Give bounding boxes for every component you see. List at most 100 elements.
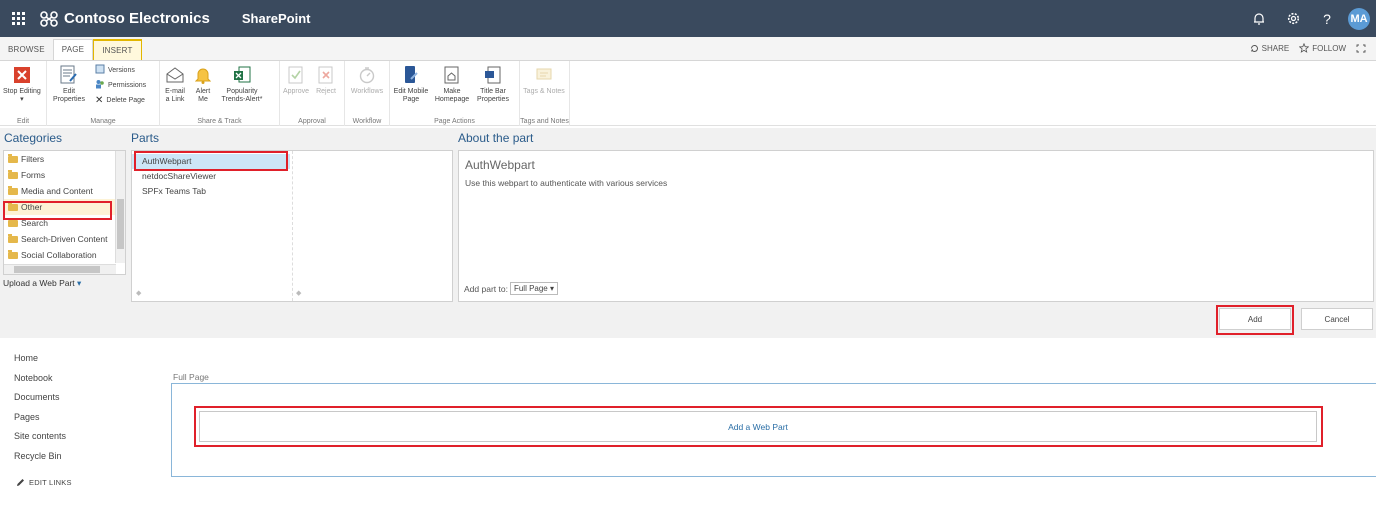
ribbon-group-manage: Edit Properties Versions Permissions ✕ D… <box>47 61 160 126</box>
category-label: Search <box>21 218 48 228</box>
nav-item-site-contents[interactable]: Site contents <box>14 430 66 450</box>
folder-icon <box>8 233 18 243</box>
group-label-page-actions: Page Actions <box>434 118 475 125</box>
follow-button[interactable]: FOLLOW <box>1299 43 1346 53</box>
resize-handle-icon: ◆ <box>296 290 302 297</box>
title-bar-properties-button[interactable]: Title Bar Properties <box>472 61 514 126</box>
avatar[interactable]: MA <box>1348 7 1370 30</box>
excel-trends-icon <box>232 64 252 86</box>
app-name[interactable]: SharePoint <box>242 11 311 26</box>
tab-insert[interactable]: INSERT <box>93 39 142 60</box>
share-label: SHARE <box>1261 43 1290 53</box>
email-link-button[interactable]: E-mail a Link <box>160 61 190 126</box>
group-label-approval: Approval <box>298 118 326 125</box>
share-button[interactable]: SHARE <box>1250 43 1290 53</box>
part-item[interactable]: netdocShareViewer <box>132 169 290 184</box>
workflow-icon <box>357 64 377 86</box>
upload-label: Upload a Web Part <box>3 278 75 288</box>
quick-launch: Home Notebook Documents Pages Site conte… <box>14 352 66 469</box>
edit-properties-icon <box>59 64 79 86</box>
add-web-part-link[interactable]: Add a Web Part <box>199 411 1317 442</box>
brand-name: Contoso Electronics <box>64 10 210 27</box>
focus-button[interactable] <box>1356 44 1366 53</box>
popularity-trends-button[interactable]: Popularity Trends-Alert* <box>216 61 268 126</box>
categories-heading: Categories <box>4 131 63 145</box>
category-label: Filters <box>21 154 45 164</box>
focus-icon <box>1356 44 1366 52</box>
category-label: Social Collaboration <box>21 250 97 260</box>
follow-label: FOLLOW <box>1312 43 1346 53</box>
versions-button[interactable]: Versions <box>95 64 146 76</box>
star-icon <box>1299 43 1310 53</box>
about-part-description: Use this webpart to authenticate with va… <box>465 178 668 188</box>
alert-me-label: Alert Me <box>195 88 211 103</box>
parts-list: AuthWebpart netdocShareViewer SPFx Teams… <box>131 150 453 302</box>
part-item[interactable]: SPFx Teams Tab <box>132 184 290 199</box>
category-item[interactable]: Filters <box>4 151 125 167</box>
add-part-to-select[interactable]: Full Page ▾ <box>509 282 558 295</box>
cancel-button[interactable]: Cancel <box>1301 308 1373 330</box>
about-heading: About the part <box>458 131 534 145</box>
make-homepage-button[interactable]: Make Homepage <box>432 61 472 126</box>
folder-icon <box>8 185 18 195</box>
nav-item-home[interactable]: Home <box>14 352 66 372</box>
about-the-part-pane: AuthWebpart Use this webpart to authenti… <box>458 150 1374 302</box>
versions-label: Versions <box>108 66 135 74</box>
tags-notes-button[interactable]: Tags & Notes <box>520 61 568 126</box>
category-item[interactable]: Forms <box>4 167 125 183</box>
ribbon-group-approval: Approve Reject Approval <box>280 61 345 126</box>
approve-button[interactable]: Approve <box>280 61 312 126</box>
category-item-selected[interactable]: Other <box>4 199 125 215</box>
categories-vertical-scrollbar[interactable] <box>115 151 125 263</box>
chevron-down-icon: ▾ <box>549 284 554 293</box>
add-button[interactable]: Add <box>1219 308 1291 330</box>
reject-button[interactable]: Reject <box>312 61 340 126</box>
nav-item-notebook[interactable]: Notebook <box>14 372 66 392</box>
help-icon[interactable]: ? <box>1310 0 1344 37</box>
category-item[interactable]: Search <box>4 215 125 231</box>
stop-editing-button[interactable]: Stop Editing ▾ <box>0 61 44 126</box>
folder-icon <box>8 249 18 259</box>
category-item[interactable]: Social Collaboration <box>4 247 116 263</box>
add-part-to-row: Add part to: Full Page ▾ <box>464 282 558 295</box>
permissions-button[interactable]: Permissions <box>95 79 146 91</box>
nav-item-recycle-bin[interactable]: Recycle Bin <box>14 450 66 470</box>
group-label-workflow: Workflow <box>352 118 382 125</box>
categories-horizontal-scrollbar[interactable] <box>4 264 116 274</box>
ribbon-group-workflow: Workflows Workflow <box>345 61 390 126</box>
pencil-icon <box>17 479 24 486</box>
tab-page[interactable]: PAGE <box>52 39 94 60</box>
edit-mobile-page-button[interactable]: Edit Mobile Page <box>390 61 432 126</box>
stop-editing-icon <box>12 64 32 86</box>
make-homepage-label: Make Homepage <box>434 88 470 103</box>
ribbon-group-page-actions: Edit Mobile Page Make Homepage Title Bar… <box>390 61 520 126</box>
alert-me-button[interactable]: Alert Me <box>190 61 216 126</box>
tab-browse[interactable]: BROWSE <box>0 40 53 60</box>
nav-item-pages[interactable]: Pages <box>14 411 66 431</box>
notification-bell-icon[interactable] <box>1242 0 1276 37</box>
popularity-trends-label: Popularity Trends-Alert* <box>221 88 263 103</box>
scroll-thumb[interactable] <box>117 199 124 249</box>
title-bar-icon <box>483 64 503 86</box>
category-item[interactable]: Media and Content <box>4 183 125 199</box>
edit-mobile-page-label: Edit Mobile Page <box>393 88 429 103</box>
delete-page-label: Delete Page <box>106 96 145 104</box>
workflows-button[interactable]: Workflows <box>345 61 389 126</box>
scroll-thumb[interactable] <box>14 266 100 273</box>
suite-bar: Contoso Electronics SharePoint ? MA <box>0 0 1376 37</box>
group-label-tags: Tags and Notes <box>520 118 569 125</box>
folder-icon <box>8 153 18 163</box>
contoso-logo-icon <box>40 10 58 27</box>
edit-links-button[interactable]: EDIT LINKS <box>16 478 72 487</box>
settings-gear-icon[interactable] <box>1276 0 1310 37</box>
group-label-share-track: Share & Track <box>197 118 242 125</box>
folder-icon <box>8 217 18 227</box>
app-launcher-icon[interactable] <box>0 0 36 37</box>
category-item[interactable]: Search-Driven Content <box>4 231 116 247</box>
brand[interactable]: Contoso Electronics <box>40 10 210 27</box>
edit-properties-button[interactable]: Edit Properties <box>47 61 91 126</box>
part-item-selected[interactable]: AuthWebpart <box>132 154 290 169</box>
upload-web-part-link[interactable]: Upload a Web Part ▾ <box>3 278 81 289</box>
delete-page-button[interactable]: ✕ Delete Page <box>95 94 146 106</box>
nav-item-documents[interactable]: Documents <box>14 391 66 411</box>
